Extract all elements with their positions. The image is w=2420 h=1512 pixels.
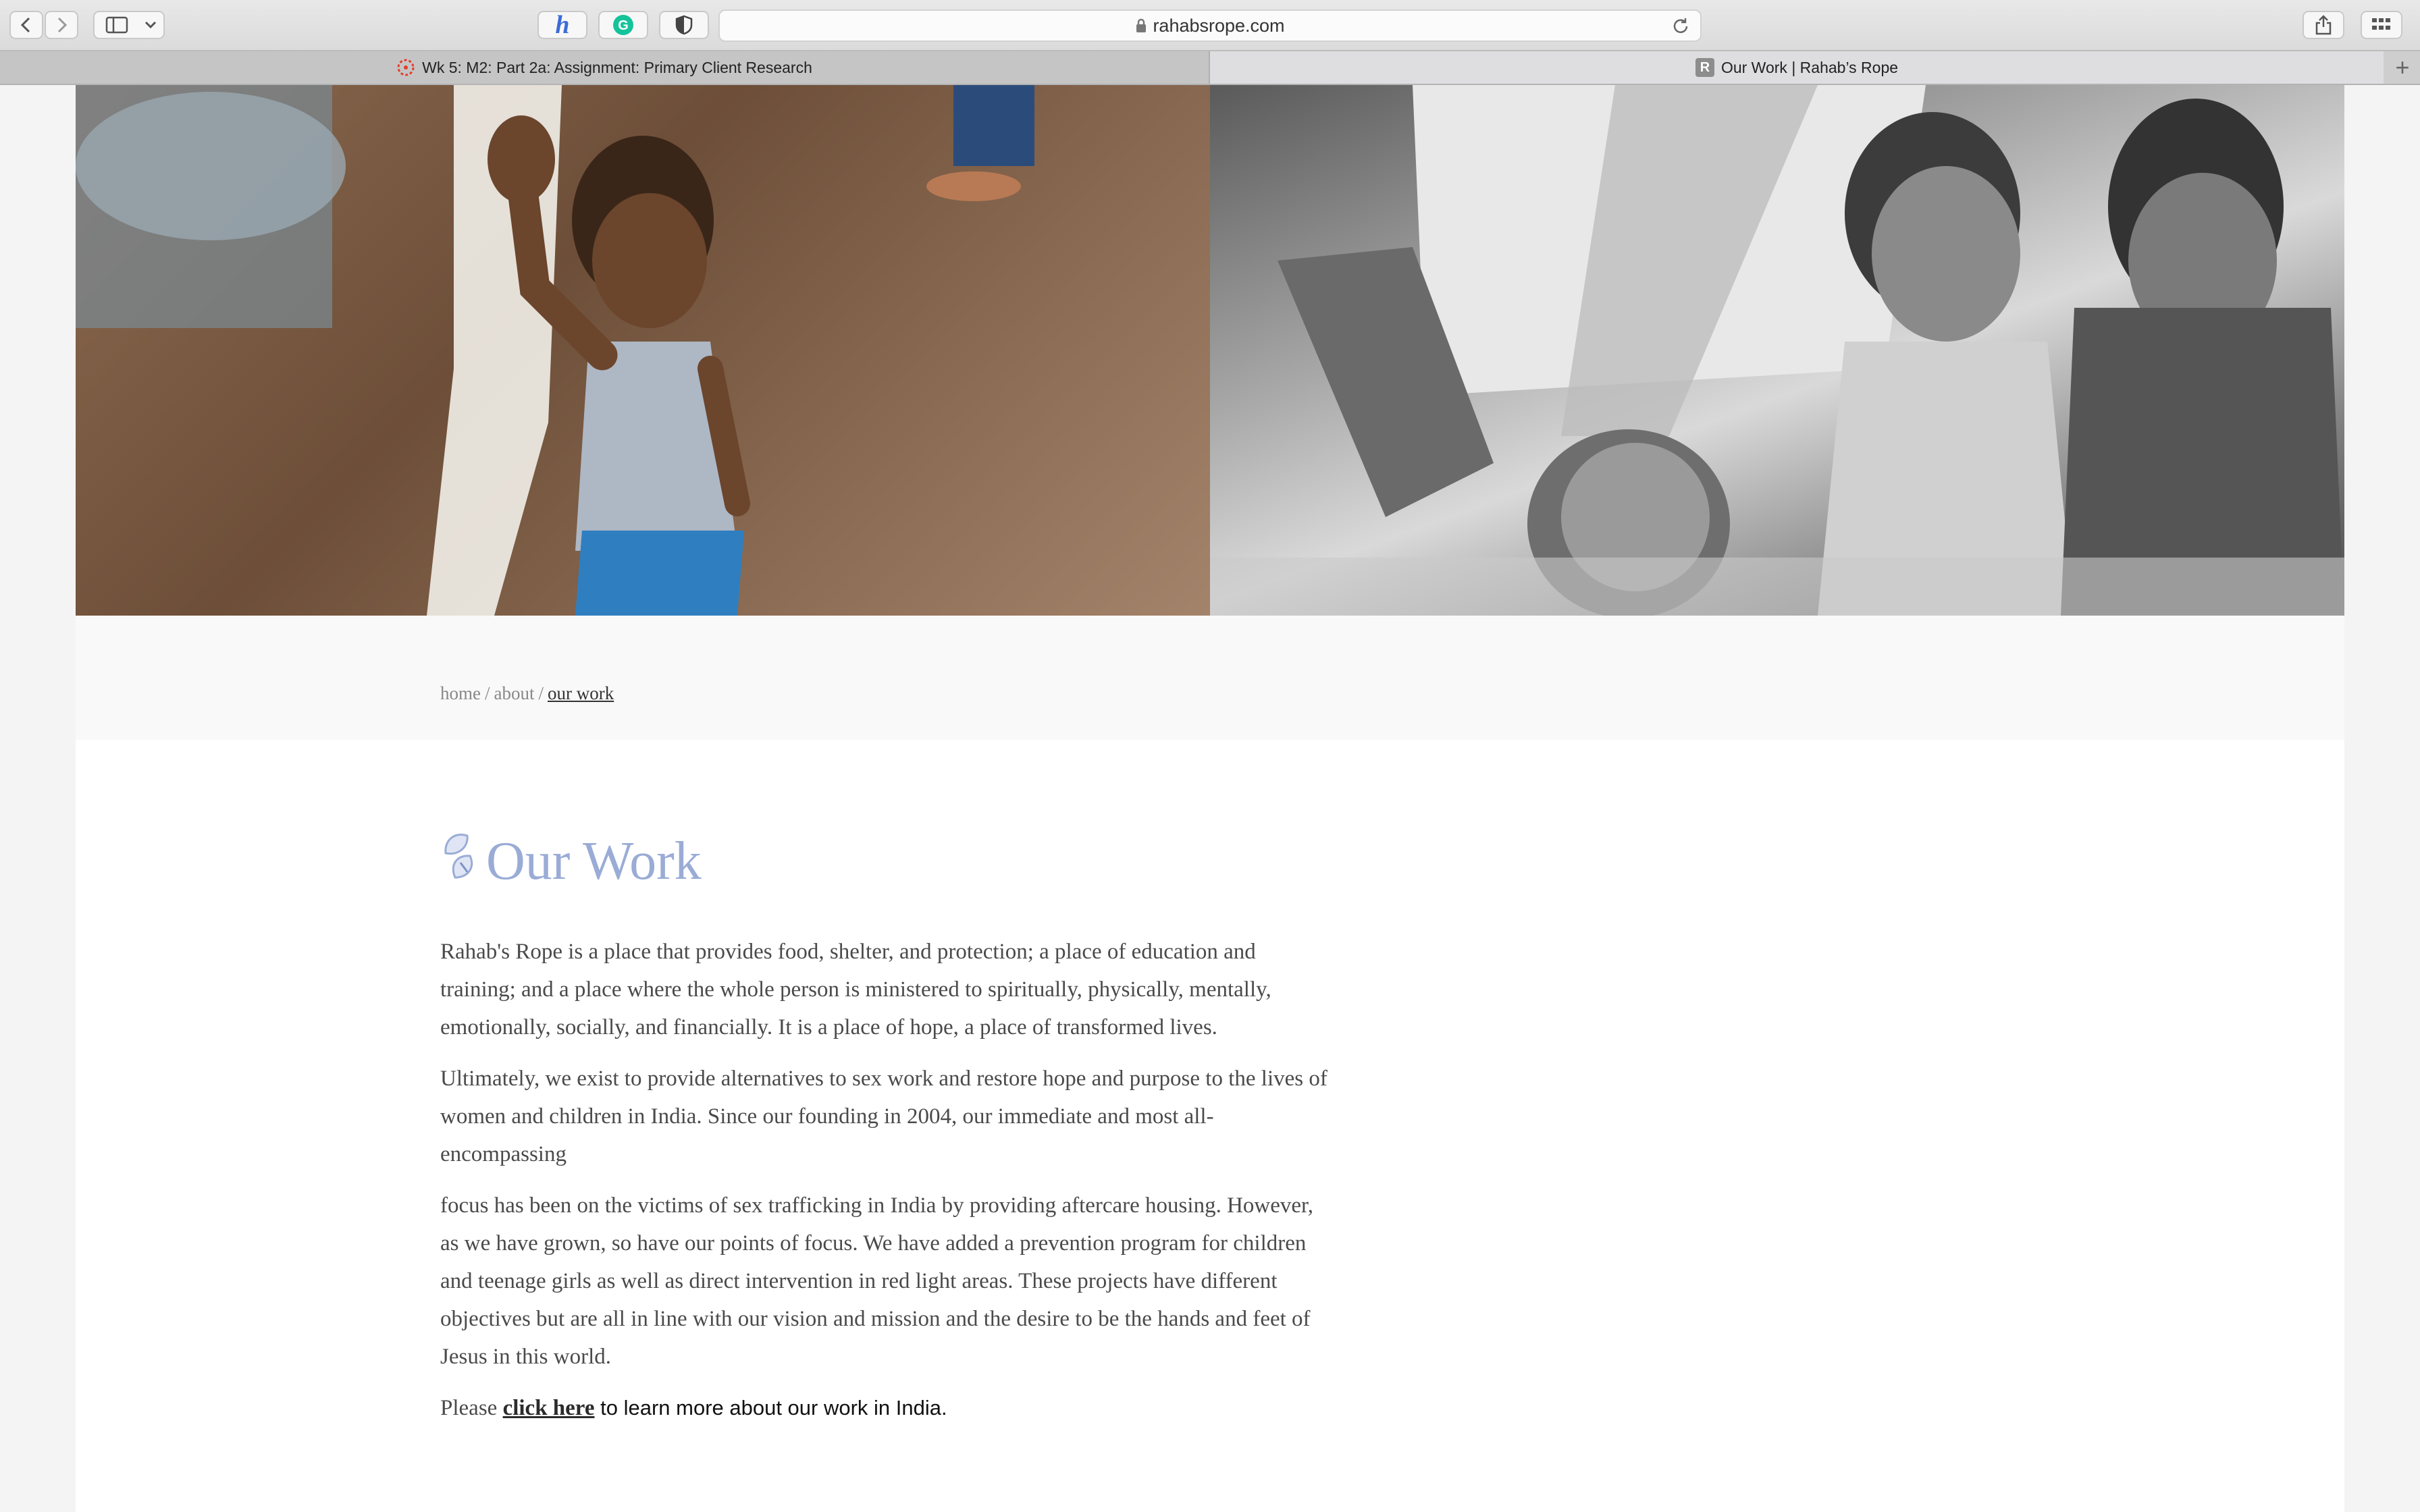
web-page: home / about / our work Our Work Rahab's Rop… bbox=[76, 85, 2344, 1512]
waving-child-photo bbox=[76, 85, 1034, 616]
hero-image-waving-child bbox=[76, 85, 1210, 616]
cta-suffix: to learn more about our work in India. bbox=[594, 1396, 947, 1420]
page-content: Rahab's Rope is a place that provides fo… bbox=[440, 933, 1332, 1440]
breadcrumb-current-link[interactable]: our work bbox=[548, 683, 614, 703]
sidebar-icon bbox=[105, 16, 128, 34]
tab-overview-button[interactable] bbox=[2361, 11, 2402, 39]
chevron-left-icon bbox=[20, 17, 30, 33]
tab-title: Our Work | Rahab’s Rope bbox=[1720, 58, 1899, 76]
breadcrumb-about-link[interactable]: about bbox=[494, 683, 535, 703]
paragraph-intro: Rahab's Rope is a place that provides fo… bbox=[440, 940, 1271, 1040]
leaf-ornament-icon bbox=[444, 834, 473, 879]
page-heading: Our Work bbox=[440, 829, 702, 888]
breadcrumb: home / about / our work bbox=[440, 683, 614, 704]
tab-bar: Wk 5: M2: Part 2a: Assignment: Primary C… bbox=[0, 50, 2420, 85]
breadcrumb-band: home / about / our work bbox=[76, 616, 2344, 740]
site-r-icon: R bbox=[1695, 58, 1714, 77]
tab-our-work[interactable]: R Our Work | Rahab’s Rope bbox=[1210, 51, 2384, 84]
grid-icon bbox=[2372, 18, 2390, 30]
plus-icon: + bbox=[2395, 53, 2410, 81]
favicon-letter: R bbox=[1700, 59, 1710, 75]
tab-canvas-assignment[interactable]: Wk 5: M2: Part 2a: Assignment: Primary C… bbox=[0, 51, 1210, 84]
new-tab-button[interactable]: + bbox=[2385, 51, 2420, 84]
breadcrumb-home-link[interactable]: home bbox=[440, 683, 481, 703]
click-here-link[interactable]: click here bbox=[503, 1396, 595, 1420]
share-button[interactable] bbox=[2303, 11, 2344, 39]
hypothesis-extension-button[interactable]: h bbox=[537, 11, 587, 39]
hypothesis-extension-icon: h bbox=[555, 11, 570, 39]
share-icon bbox=[2315, 15, 2332, 35]
cta-prefix: Please bbox=[440, 1396, 503, 1420]
reload-icon[interactable] bbox=[1671, 16, 1691, 36]
paragraph-focus: focus has been on the victims of sex tra… bbox=[440, 1193, 1313, 1369]
tab-title: Wk 5: M2: Part 2a: Assignment: Primary C… bbox=[422, 58, 812, 76]
paragraph-mission: Ultimately, we exist to provide alternat… bbox=[440, 1066, 1327, 1166]
breadcrumb-separator: / bbox=[538, 683, 544, 703]
grammarly-extension-button[interactable]: G bbox=[598, 11, 648, 39]
paragraph-cta: Please click here to learn more about ou… bbox=[440, 1389, 1332, 1427]
back-button[interactable] bbox=[9, 11, 43, 39]
url-text: rahabsrope.com bbox=[1153, 15, 1285, 36]
privacy-extension-button[interactable] bbox=[659, 11, 709, 39]
svg-text:G: G bbox=[618, 18, 629, 33]
privacy-shield-icon bbox=[675, 15, 693, 35]
breadcrumb-separator: / bbox=[485, 683, 490, 703]
grammarly-extension-icon: G bbox=[613, 15, 633, 35]
address-bar[interactable]: rahabsrope.com bbox=[718, 9, 1702, 42]
browser-toolbar: h G rahabsrope.com bbox=[0, 0, 2420, 50]
hero-image-mother-children bbox=[1210, 85, 2344, 616]
forward-button[interactable] bbox=[45, 11, 78, 39]
chevron-down-icon bbox=[144, 21, 157, 29]
canvas-logo-icon bbox=[396, 58, 415, 77]
lock-icon bbox=[1136, 18, 1147, 32]
sidebar-toggle-button[interactable] bbox=[93, 11, 165, 39]
page-title: Our Work bbox=[486, 832, 702, 891]
mother-children-photo bbox=[1210, 85, 2344, 616]
chevron-right-icon bbox=[57, 17, 68, 33]
